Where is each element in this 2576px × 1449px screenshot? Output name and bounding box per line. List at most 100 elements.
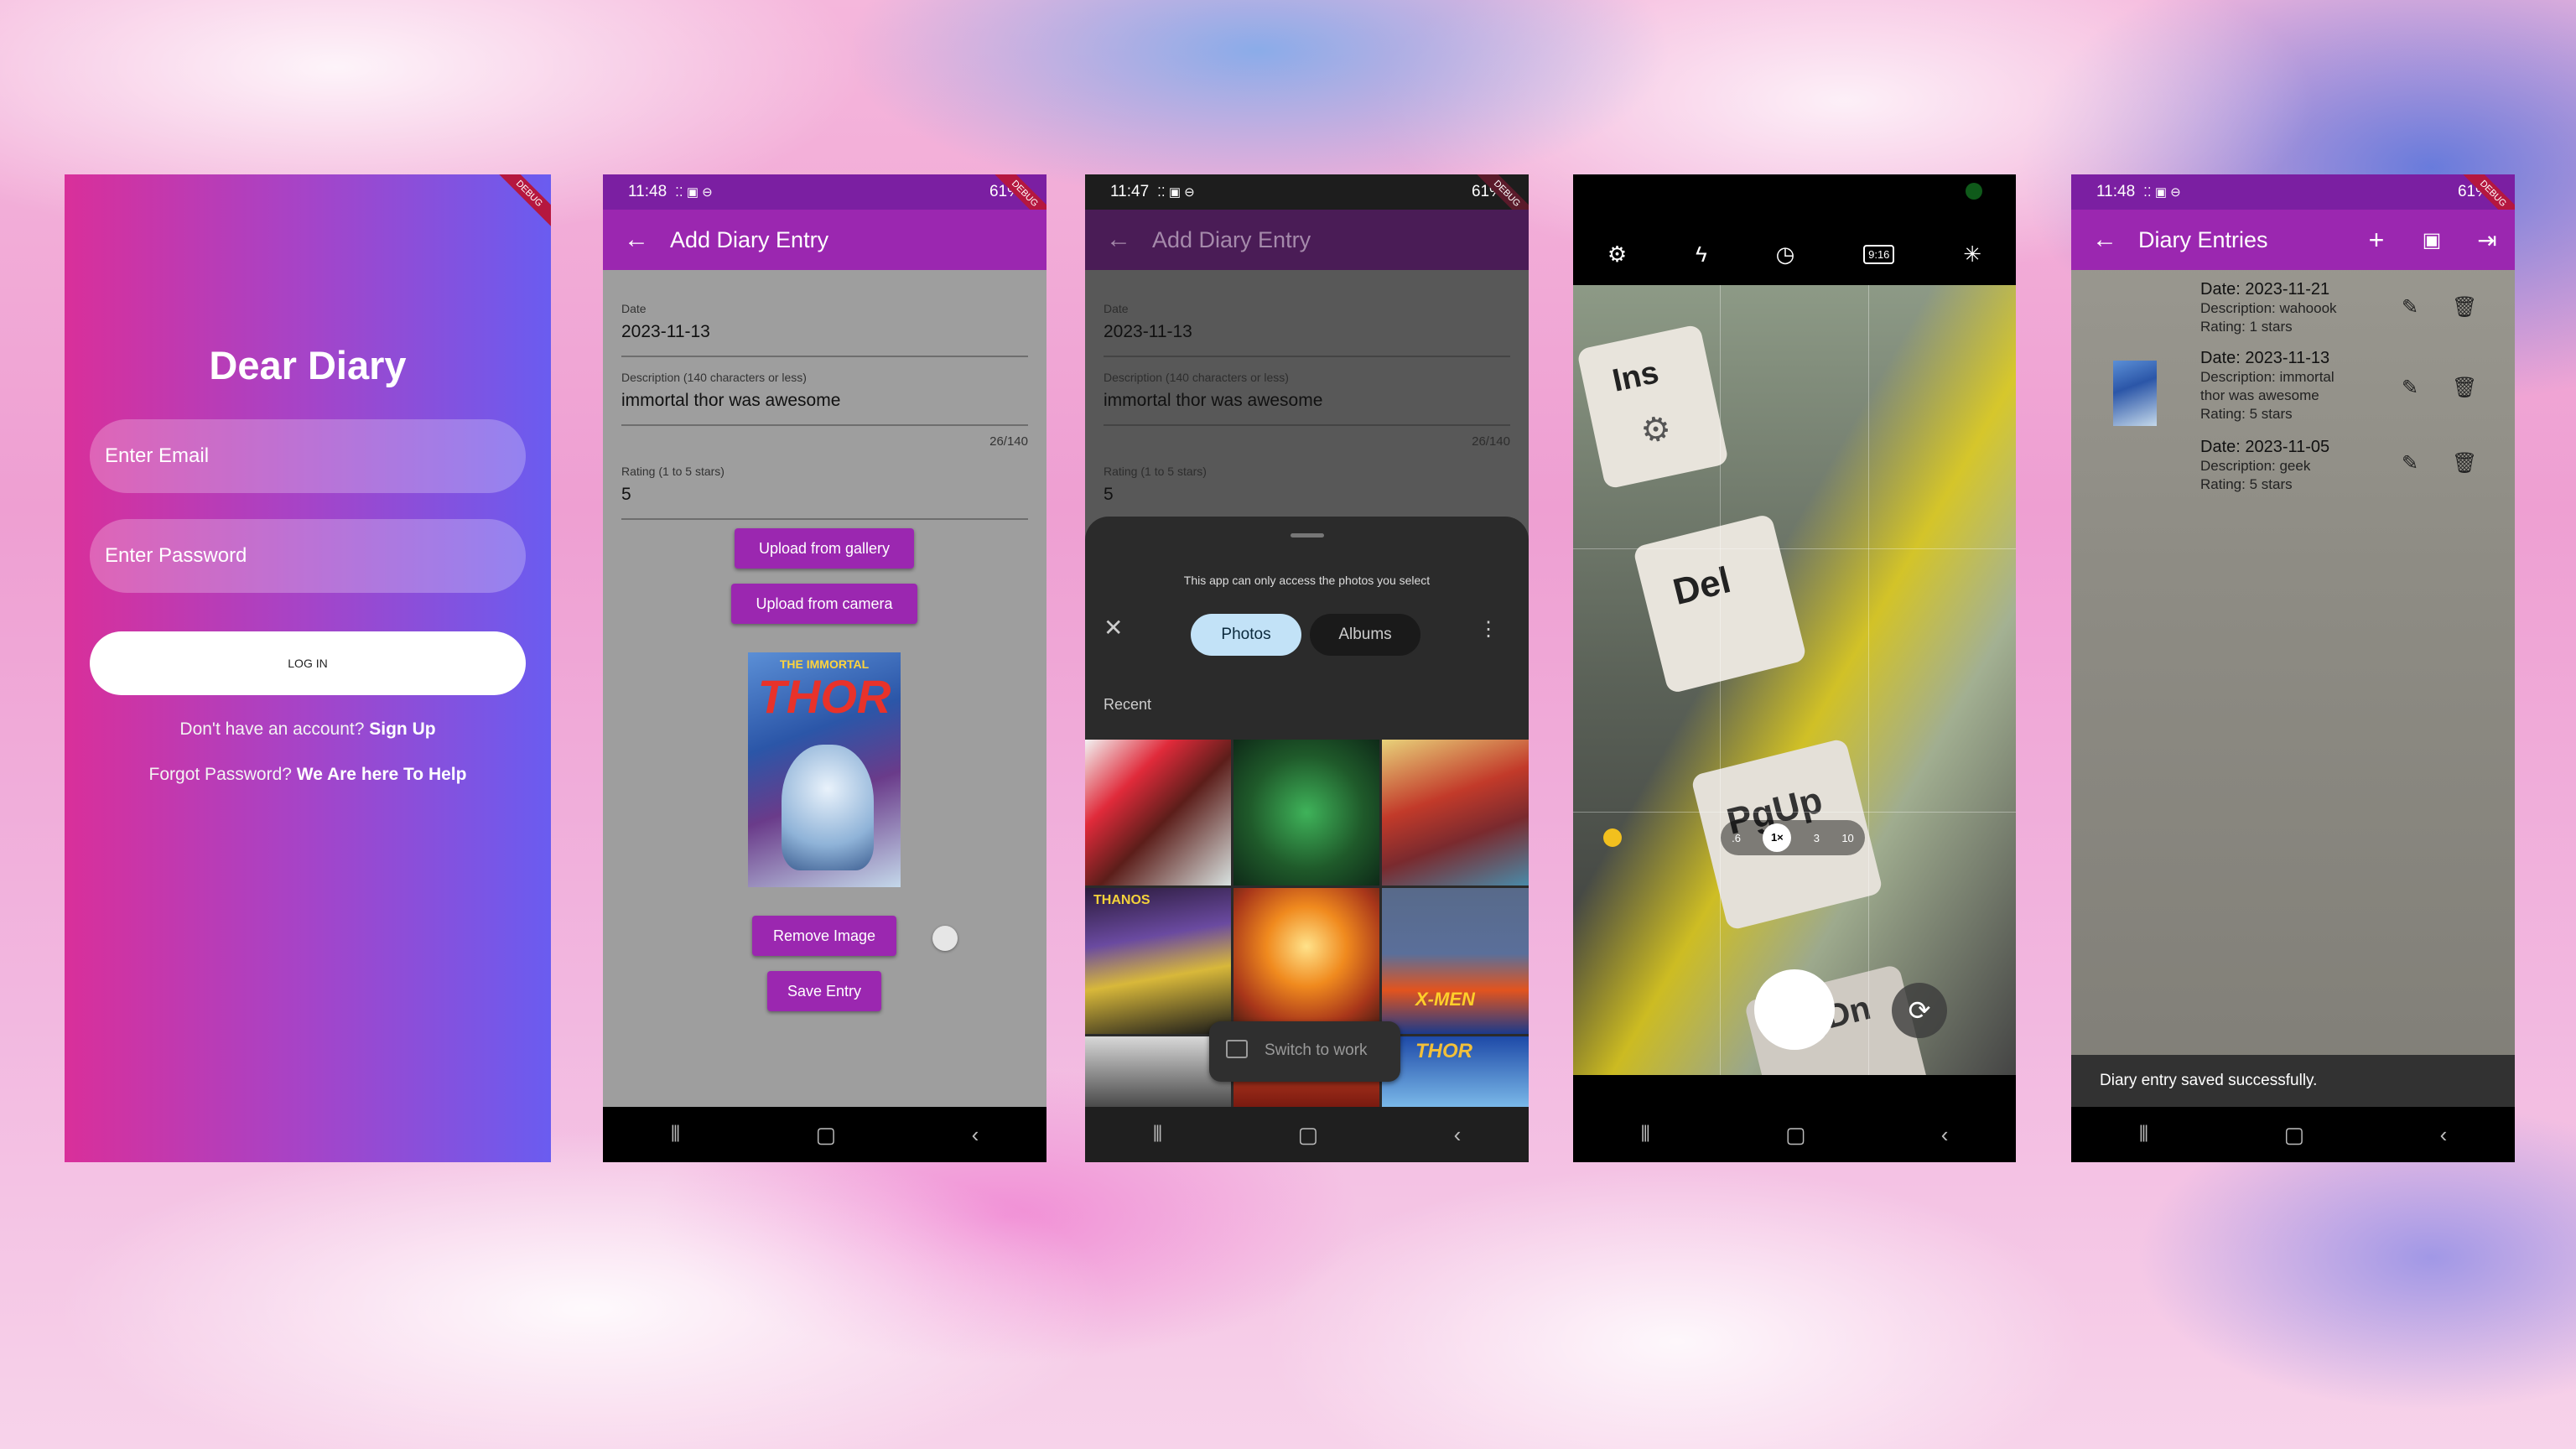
home-icon[interactable]: ▢ — [1785, 1122, 1806, 1148]
photo-thumbnail[interactable]: THOR — [1382, 1036, 1529, 1107]
camera-screen: ⚙ ϟ ◷ 9:16 ✳ Ins ⚙ Del PgUp PgDn .6 1× 3… — [1573, 174, 2016, 1162]
entry-description: Description: geek — [2200, 458, 2311, 474]
close-icon[interactable]: ✕ — [1104, 614, 1123, 641]
effects-icon[interactable]: ✳ — [1963, 242, 1981, 267]
tab-photos[interactable]: Photos — [1191, 614, 1301, 656]
flash-off-icon[interactable]: ϟ — [1696, 242, 1707, 267]
entry-rating: Rating: 5 stars — [2200, 406, 2293, 422]
photo-thumbnail[interactable] — [1382, 740, 1529, 886]
recents-icon[interactable]: ⦀ — [1641, 1121, 1650, 1148]
email-field[interactable]: Enter Email — [90, 419, 526, 493]
list-item[interactable]: Date: 2023-11-05 Description: geek Ratin… — [2071, 433, 2515, 500]
status-icons: ⁚⁚ ▣ ⊖ — [675, 185, 713, 200]
password-placeholder: Enter Password — [105, 544, 247, 567]
comic-cover-image: THE IMMORTAL THOR — [748, 652, 901, 887]
switch-to-work-button[interactable]: Switch to work — [1209, 1021, 1400, 1082]
help-link[interactable]: We Are here To Help — [297, 765, 467, 784]
edit-icon[interactable]: ✎ — [2402, 451, 2418, 475]
delete-icon[interactable]: 🗑 — [2452, 451, 2477, 475]
forgot-row: Forgot Password? We Are here To Help — [65, 765, 551, 785]
password-field[interactable]: Enter Password — [90, 519, 526, 593]
snackbar: Diary entry saved successfully. — [2071, 1055, 2515, 1107]
description-field: immortal thor was awesome — [1104, 391, 1323, 410]
save-entry-button[interactable]: Save Entry — [767, 971, 881, 1011]
scene-optimizer-icon[interactable] — [1603, 828, 1622, 847]
signup-link[interactable]: Sign Up — [369, 719, 435, 739]
zoom-option-selected[interactable]: 1× — [1763, 823, 1792, 852]
tab-albums[interactable]: Albums — [1310, 614, 1420, 656]
back-arrow-icon[interactable]: ← — [2071, 226, 2138, 254]
zoom-option[interactable]: .6 — [1732, 832, 1741, 844]
upload-gallery-button[interactable]: Upload from gallery — [735, 528, 914, 569]
switch-camera-icon[interactable]: ⟳ — [1892, 983, 1947, 1038]
photo-thumbnail[interactable]: X-MEN — [1382, 888, 1529, 1034]
entry-date: Date: 2023-11-05 — [2200, 438, 2330, 456]
entry-rating: Rating: 1 stars — [2200, 319, 2293, 335]
home-icon[interactable]: ▢ — [816, 1122, 837, 1148]
divider — [621, 356, 1028, 357]
description-label: Description (140 characters or less) — [621, 371, 807, 384]
entry-date: Date: 2023-11-13 — [2200, 349, 2330, 367]
timer-icon[interactable]: ◷ — [1776, 242, 1795, 267]
description-field[interactable]: immortal thor was awesome — [621, 391, 840, 411]
photo-thumbnail[interactable] — [1233, 888, 1379, 1034]
upload-camera-button[interactable]: Upload from camera — [731, 584, 917, 624]
rating-field[interactable]: 5 — [621, 485, 631, 505]
back-icon[interactable]: ‹ — [2440, 1122, 2448, 1148]
zoom-option[interactable]: 3 — [1814, 832, 1820, 844]
edit-icon[interactable]: ✎ — [2402, 295, 2418, 319]
recents-icon[interactable]: ⦀ — [1153, 1121, 1162, 1148]
diary-entries-screen: 11:48 ⁚⁚ ▣ ⊖ 61% DEBUG ← Diary Entries +… — [2071, 174, 2515, 1162]
photo-thumbnail[interactable] — [1085, 740, 1231, 886]
back-icon[interactable]: ‹ — [1454, 1122, 1462, 1148]
shutter-button[interactable] — [1754, 969, 1835, 1050]
login-button[interactable]: LOG IN — [90, 631, 526, 695]
settings-icon[interactable]: ⚙ — [1607, 242, 1627, 267]
divider — [1104, 424, 1510, 426]
sheet-drag-handle[interactable] — [1291, 533, 1324, 538]
add-entry-screen: 11:48 ⁚⁚ ▣ ⊖ 61% DEBUG ← Add Diary Entry… — [603, 174, 1046, 1162]
recent-label: Recent — [1104, 696, 1152, 713]
date-label: Date — [621, 302, 647, 315]
status-time: 11:48 — [2096, 183, 2136, 200]
recents-icon[interactable]: ⦀ — [2139, 1121, 2148, 1148]
date-field: 2023-11-13 — [1104, 322, 1192, 341]
green-dot-indicator — [1966, 183, 1982, 200]
photo-thumbnail[interactable] — [1233, 740, 1379, 886]
char-counter: 26/140 — [989, 434, 1028, 449]
zoom-option[interactable]: 10 — [1841, 832, 1853, 844]
back-arrow-icon[interactable]: ← — [1085, 226, 1152, 254]
snackbar-message: Diary entry saved successfully. — [2100, 1072, 2318, 1089]
divider — [621, 424, 1028, 426]
delete-icon[interactable]: 🗑 — [2452, 295, 2477, 319]
list-item[interactable]: Date: 2023-11-21 Description: wahoook Ra… — [2071, 275, 2515, 342]
home-icon[interactable]: ▢ — [2284, 1122, 2305, 1148]
delete-icon[interactable]: 🗑 — [2452, 376, 2477, 400]
back-icon[interactable]: ‹ — [1941, 1122, 1949, 1148]
toggle-switch[interactable] — [932, 926, 958, 951]
thumbnail-text: THANOS — [1093, 893, 1150, 907]
remove-image-button[interactable]: Remove Image — [752, 916, 896, 956]
page-title: Add Diary Entry — [1152, 226, 1311, 252]
chart-icon[interactable]: ▣ — [2404, 228, 2459, 252]
add-icon[interactable]: + — [2349, 225, 2404, 256]
description-label: Description (140 characters or less) — [1104, 371, 1289, 384]
back-arrow-icon[interactable]: ← — [603, 226, 670, 254]
date-field[interactable]: 2023-11-13 — [621, 322, 710, 342]
keycap: Ins ⚙ — [1576, 324, 1730, 490]
thumbnail-text: X-MEN — [1415, 989, 1475, 1010]
list-item[interactable]: Date: 2023-11-13 Description: immortal t… — [2071, 344, 2515, 431]
comic-figure — [782, 745, 874, 870]
aspect-ratio-icon[interactable]: 9:16 — [1863, 244, 1895, 264]
photo-thumbnail[interactable]: THANOS — [1085, 888, 1231, 1034]
camera-toolbar: ⚙ ϟ ◷ 9:16 ✳ — [1573, 233, 2016, 275]
recents-icon[interactable]: ⦀ — [671, 1121, 680, 1148]
more-options-icon[interactable]: ⋮ — [1478, 617, 1498, 641]
entry-description-continued: thor was awesome — [2200, 387, 2319, 403]
entry-date: Date: 2023-11-21 — [2200, 280, 2330, 299]
logout-icon[interactable]: ⇥ — [2459, 226, 2515, 254]
edit-icon[interactable]: ✎ — [2402, 376, 2418, 400]
home-icon[interactable]: ▢ — [1298, 1122, 1319, 1148]
back-icon[interactable]: ‹ — [972, 1122, 979, 1148]
divider — [1104, 356, 1510, 357]
